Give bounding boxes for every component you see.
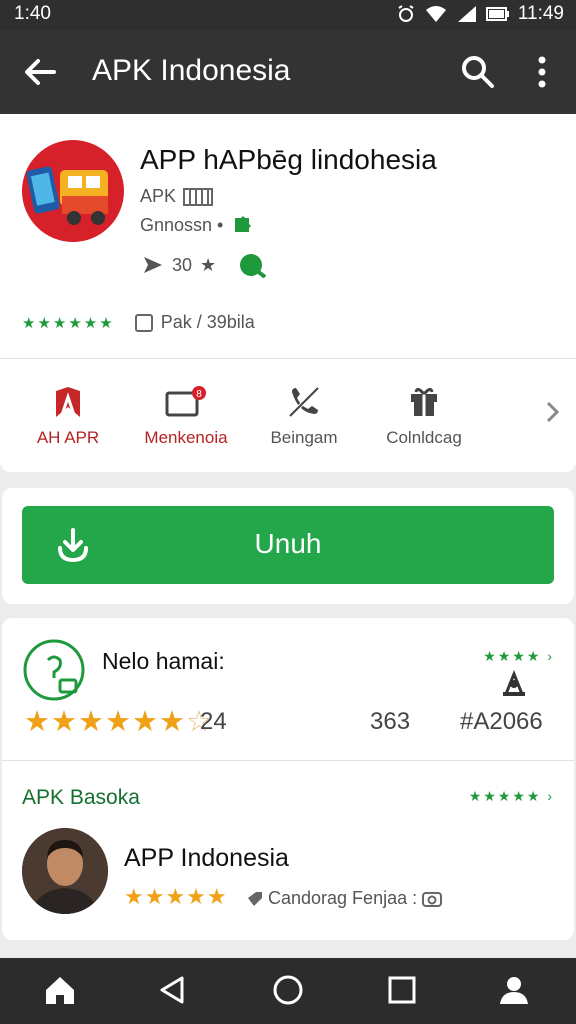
avatar[interactable] [22, 828, 108, 914]
app-info-card: APP hAPbēg lindohesia APK Gnnossn • 30 ★… [0, 114, 576, 472]
category-row: Gnnossn • [140, 214, 253, 236]
more-vert-icon[interactable] [528, 52, 556, 92]
chat-bubble-icon [23, 639, 85, 701]
developer-name[interactable]: APK [140, 186, 176, 207]
alarm-icon [398, 5, 414, 22]
status-clock-right: 11:49 [517, 3, 564, 24]
action-label: Menkenoia [144, 428, 228, 447]
user-name: APP Indonesia [124, 844, 289, 872]
send-icon [144, 257, 162, 273]
user-star-rating: ★★★★★ [124, 884, 228, 909]
battery-icon [485, 7, 509, 21]
action-label: Beingam [270, 428, 338, 447]
leaf-icon [240, 254, 267, 278]
rating-label: Pak / 39bila [160, 312, 255, 332]
checkbox-icon[interactable] [134, 314, 153, 333]
action-beingam[interactable]: Beingam [244, 382, 364, 448]
navigation-bar [0, 958, 576, 1024]
reviews-score: 24 [200, 708, 227, 735]
divider [0, 358, 576, 359]
meta-count: 30 [172, 254, 193, 275]
chevron-right-icon[interactable] [540, 398, 564, 426]
section-title: APK Basoka [22, 786, 140, 809]
developer-row: APK [140, 186, 214, 207]
status-bar: 1:40 11:49 [0, 0, 576, 30]
home-circle-icon[interactable] [270, 972, 306, 1008]
install-label: Unuh [254, 528, 322, 559]
user-note: Candorag Fenjaa : [268, 888, 418, 908]
app-logo-icon [22, 140, 124, 242]
reviews-card: Nelo hamai: ★★★★ › ★★★★★★☆ 24 363 #A2066… [2, 618, 574, 940]
status-time: 1:40 [14, 3, 51, 24]
app-name: APP hAPbēg lindohesia [140, 144, 437, 175]
rating-check[interactable]: Pak / 39bila [134, 312, 255, 333]
app-bar: APK Indonesia [0, 30, 576, 114]
action-label: Colnldcag [386, 428, 462, 447]
svg-text:8: 8 [196, 389, 202, 400]
install-button[interactable]: Unuh [22, 506, 554, 584]
back-triangle-icon[interactable] [154, 972, 190, 1008]
phone-off-icon [288, 386, 320, 418]
user-note-row: Candorag Fenjaa : [246, 888, 443, 909]
page-title: APK Indonesia [92, 54, 291, 87]
user-lock-icon [503, 669, 525, 696]
arrow-back-icon[interactable] [20, 52, 60, 92]
action-row: AH APR 8 Menkenoia Beingam Colnldcag [0, 382, 576, 462]
status-icons: 11:49 [396, 3, 564, 25]
meta-row: 30 ★ [142, 252, 268, 278]
review-star-rating: ★★★★★★☆ [24, 706, 213, 738]
recents-icon[interactable] [384, 972, 420, 1008]
profile-icon[interactable] [496, 972, 532, 1008]
star-icon: ★ [200, 254, 217, 275]
notification-icon: 8 [165, 386, 206, 417]
search-icon[interactable] [458, 52, 496, 90]
puzzle-icon [235, 216, 252, 232]
install-card: Unuh [2, 488, 574, 604]
action-label: AH APR [36, 428, 100, 447]
reviews-title: Nelo hamai: [102, 648, 225, 674]
tag-icon [248, 891, 262, 906]
wifi-icon [425, 6, 446, 22]
category-label: Gnnossn • [140, 214, 224, 235]
signal-icon [457, 6, 476, 22]
reviews-count: 363 [370, 708, 411, 735]
green-star-rating: ★★★★★★ [22, 314, 115, 332]
rating-row: ★★★★★★ Pak / 39bila [22, 312, 255, 333]
reviews-more-link[interactable]: ★★★★ › [483, 648, 554, 665]
reviews-id: #A2066 [460, 708, 543, 735]
action-menkenoia[interactable]: 8 Menkenoia [126, 382, 246, 448]
camera-icon [422, 891, 443, 907]
building-icon [183, 187, 214, 206]
bookmark-icon [56, 387, 80, 417]
action-colnldcag[interactable]: Colnldcag [364, 382, 484, 448]
section-more-link[interactable]: ★★★★★ › [469, 788, 554, 805]
home-icon[interactable] [42, 972, 78, 1008]
divider [2, 760, 574, 761]
gift-icon [411, 387, 437, 416]
action-ah-apr[interactable]: AH APR [8, 382, 128, 448]
